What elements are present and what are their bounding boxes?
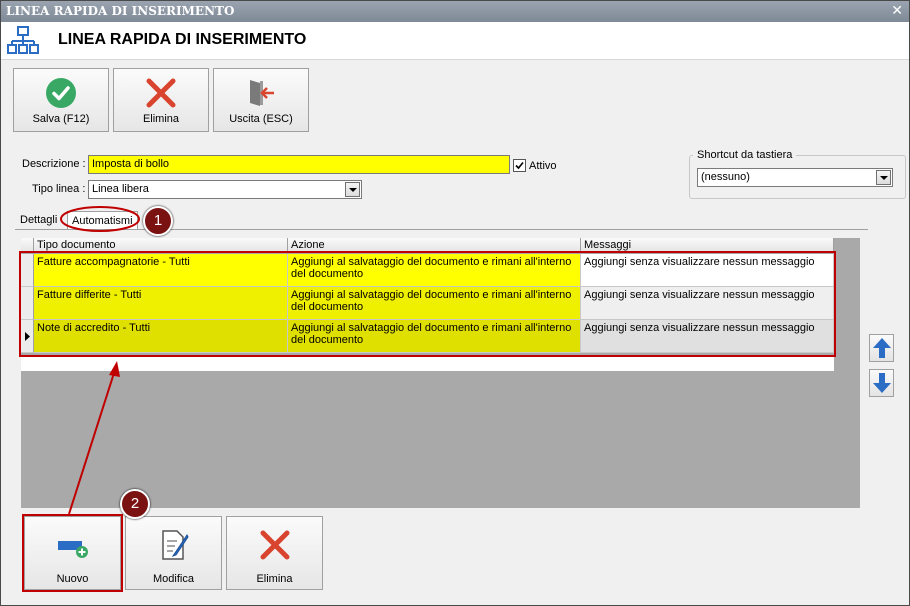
delete-x-icon bbox=[146, 78, 176, 108]
grid-header: Tipo documento Azione Messaggi bbox=[21, 238, 834, 253]
exit-door-icon bbox=[250, 80, 274, 106]
tab-panel-border bbox=[15, 229, 868, 230]
cell-tipo-documento: Fatture differite - Tutti bbox=[34, 287, 288, 320]
cell-tipo-documento: Note di accredito - Tutti bbox=[34, 320, 288, 353]
annotation-badge-1: 1 bbox=[143, 206, 173, 236]
table-row[interactable]: Fatture differite - Tutti Aggiungi al sa… bbox=[21, 287, 834, 320]
tipo-linea-value: Linea libera bbox=[92, 183, 149, 195]
grid-header-corner bbox=[21, 238, 34, 253]
tab-automatismi[interactable]: Automatismi bbox=[67, 211, 138, 230]
header: LINEA RAPIDA DI INSERIMENTO bbox=[1, 22, 909, 60]
delete-row-button-label: Elimina bbox=[256, 573, 293, 585]
page-title: LINEA RAPIDA DI INSERIMENTO bbox=[58, 31, 307, 48]
org-chart-icon bbox=[7, 26, 39, 54]
current-row-arrow-icon bbox=[25, 332, 30, 341]
arrow-up-icon bbox=[872, 338, 891, 358]
check-icon bbox=[515, 161, 524, 170]
cell-azione: Aggiungi al salvataggio del documento e … bbox=[288, 287, 581, 320]
row-selector[interactable] bbox=[21, 287, 34, 320]
chevron-down-icon[interactable] bbox=[345, 182, 360, 197]
shortcut-select[interactable]: (nessuno) bbox=[697, 168, 893, 187]
shortcut-group-title: Shortcut da tastiera bbox=[693, 149, 797, 161]
tab-dettagli[interactable]: Dettagli bbox=[16, 211, 61, 230]
add-row-icon bbox=[57, 541, 88, 558]
checkmark-icon bbox=[46, 78, 76, 108]
annotation-badge-2: 2 bbox=[120, 489, 150, 519]
new-row-placeholder[interactable] bbox=[21, 357, 834, 371]
arrow-down-icon bbox=[872, 373, 891, 393]
descrizione-field[interactable]: Imposta di bollo bbox=[88, 155, 510, 174]
new-button[interactable]: Nuovo bbox=[24, 516, 121, 590]
table-row[interactable]: Fatture accompagnatorie - Tutti Aggiungi… bbox=[21, 254, 834, 287]
cell-messaggi: Aggiungi senza visualizzare nessun messa… bbox=[581, 254, 834, 287]
descrizione-label: Descrizione : bbox=[22, 158, 86, 170]
delete-x-icon bbox=[260, 530, 289, 560]
exit-button-label: Uscita (ESC) bbox=[229, 113, 293, 125]
column-header-tipo-documento[interactable]: Tipo documento bbox=[34, 238, 288, 253]
attivo-checkbox[interactable] bbox=[513, 159, 526, 172]
titlebar-text: LINEA RAPIDA DI INSERIMENTO bbox=[6, 4, 235, 18]
cell-tipo-documento: Fatture accompagnatorie - Tutti bbox=[34, 254, 288, 287]
save-button-label: Salva (F12) bbox=[32, 113, 90, 125]
exit-button[interactable]: Uscita (ESC) bbox=[213, 68, 309, 132]
edit-button[interactable]: Modifica bbox=[125, 516, 222, 590]
attivo-label: Attivo bbox=[529, 160, 557, 172]
table-row[interactable]: Note di accredito - Tutti Aggiungi al sa… bbox=[21, 320, 834, 353]
row-selector[interactable] bbox=[21, 320, 34, 353]
delete-button[interactable]: Elimina bbox=[113, 68, 209, 132]
chevron-down-icon[interactable] bbox=[876, 170, 891, 185]
close-icon[interactable]: ✕ bbox=[891, 1, 903, 22]
move-up-button[interactable] bbox=[869, 334, 894, 362]
cell-messaggi: Aggiungi senza visualizzare nessun messa… bbox=[581, 320, 834, 353]
edit-document-icon bbox=[161, 530, 189, 560]
new-button-label: Nuovo bbox=[56, 573, 89, 585]
save-button[interactable]: Salva (F12) bbox=[13, 68, 109, 132]
move-down-button[interactable] bbox=[869, 369, 894, 397]
tipo-linea-select[interactable]: Linea libera bbox=[88, 180, 362, 199]
shortcut-value: (nessuno) bbox=[701, 171, 750, 183]
dialog-window: LINEA RAPIDA DI INSERIMENTO ✕ LINEA RAPI… bbox=[0, 0, 910, 606]
cell-azione: Aggiungi al salvataggio del documento e … bbox=[288, 320, 581, 353]
column-header-messaggi[interactable]: Messaggi bbox=[581, 238, 834, 253]
delete-button-label: Elimina bbox=[142, 113, 180, 125]
tipo-linea-label: Tipo linea : bbox=[32, 183, 86, 195]
column-header-azione[interactable]: Azione bbox=[288, 238, 581, 253]
cell-messaggi: Aggiungi senza visualizzare nessun messa… bbox=[581, 287, 834, 320]
row-selector[interactable] bbox=[21, 254, 34, 287]
title-bar: LINEA RAPIDA DI INSERIMENTO ✕ bbox=[1, 1, 909, 22]
delete-row-button[interactable]: Elimina bbox=[226, 516, 323, 590]
edit-button-label: Modifica bbox=[153, 573, 194, 585]
cell-azione: Aggiungi al salvataggio del documento e … bbox=[288, 254, 581, 287]
